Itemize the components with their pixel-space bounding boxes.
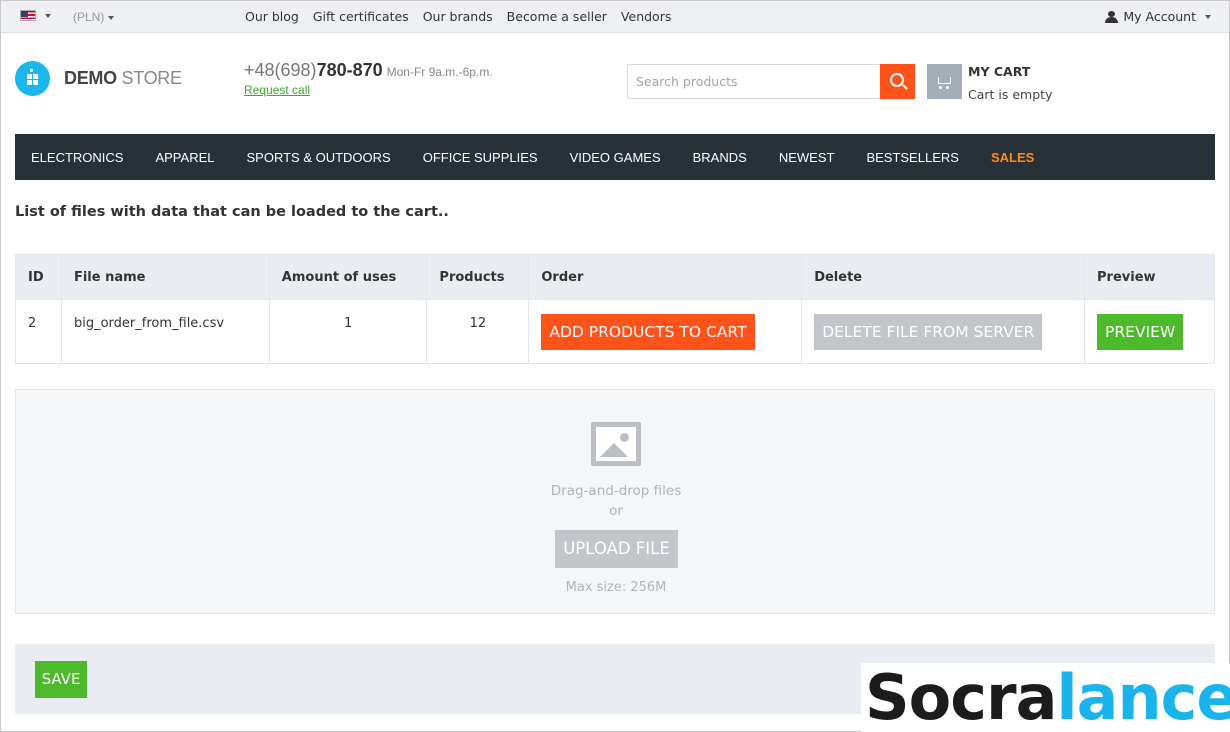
upload-file-button[interactable]: UPLOAD FILE [555,530,678,568]
cart-icon[interactable] [927,64,962,99]
us-flag-icon[interactable] [20,10,36,21]
add-products-to-cart-button[interactable]: ADD PRODUCTS TO CART [541,314,755,350]
window-frame [0,0,1230,732]
nav-office-supplies[interactable]: OFFICE SUPPLIES [407,150,554,165]
table-row: 2 big_order_from_file.csv 1 12 ADD PRODU… [15,299,1215,364]
user-icon [1105,10,1119,23]
chevron-down-icon [108,15,115,20]
cell-file-name: big_order_from_file.csv [60,299,270,364]
preview-button[interactable]: PREVIEW [1097,314,1184,350]
main-nav: ELECTRONICS APPAREL SPORTS & OUTDOORS OF… [15,134,1215,180]
link-gift-certificates[interactable]: Gift certificates [313,9,409,24]
nav-brands[interactable]: BRANDS [677,150,763,165]
nav-newest[interactable]: NEWEST [763,150,851,165]
phone-number: +48(698)780-870 Mon-Fr 9a.m.-6p.m. [244,60,493,81]
cell-products: 12 [426,299,530,364]
top-links: Our blog Gift certificates Our brands Be… [245,9,671,24]
logo-light: STORE [121,68,182,88]
cart-status: Cart is empty [968,87,1053,102]
header-amount-of-uses: Amount of uses [268,254,428,300]
link-brands[interactable]: Our brands [423,9,493,24]
cell-id: 2 [15,299,62,364]
header-preview: Preview [1084,254,1215,300]
cell-order: ADD PRODUCTS TO CART [528,299,803,364]
link-blog[interactable]: Our blog [245,9,299,24]
header-products: Products [426,254,530,300]
currency-label: (PLN) [73,10,105,24]
watermark-part2: lance [1056,663,1230,732]
upload-dropzone[interactable]: Drag-and-drop files or UPLOAD FILE Max s… [15,389,1215,614]
chevron-down-icon [1205,14,1211,19]
phone-main: 780-870 [316,60,383,80]
chevron-down-icon[interactable] [45,14,51,18]
business-hours: Mon-Fr 9a.m.-6p.m. [386,65,493,79]
top-bar: (PLN) Our blog Gift certificates Our bra… [1,1,1229,33]
delete-file-button[interactable]: DELETE FILE FROM SERVER [814,314,1043,350]
nav-sales[interactable]: SALES [975,150,1050,165]
request-call-link[interactable]: Request call [244,83,310,97]
image-icon-inner [591,422,641,466]
search-button[interactable] [880,64,915,99]
header-delete: Delete [801,254,1086,300]
watermark-part1: Socra [865,663,1057,732]
header-id: ID [15,254,62,300]
cell-uses: 1 [268,299,428,364]
logo-icon[interactable] [15,61,50,96]
header-file-name: File name [60,254,270,300]
currency-selector[interactable]: (PLN) [73,10,115,24]
nav-sports-outdoors[interactable]: SPORTS & OUTDOORS [230,150,406,165]
cell-preview: PREVIEW [1084,299,1215,364]
link-become-seller[interactable]: Become a seller [507,9,607,24]
nav-video-games[interactable]: VIDEO GAMES [554,150,677,165]
nav-electronics[interactable]: ELECTRONICS [15,150,139,165]
dropzone-text: Drag-and-drop files [550,483,682,499]
cell-delete: DELETE FILE FROM SERVER [801,299,1086,364]
watermark-logo: Socralance [861,663,1230,732]
dropzone-or: or [609,503,623,519]
phone-prefix: +48(698) [244,60,317,80]
max-size-label: Max size: 256M [565,580,667,595]
search-input[interactable] [627,64,881,99]
logo-bold: DEMO [64,68,117,88]
save-button[interactable]: SAVE [35,661,87,698]
nav-apparel[interactable]: APPAREL [139,150,230,165]
link-vendors[interactable]: Vendors [621,9,671,24]
page-title: List of files with data that can be load… [15,204,449,220]
table-header-row: ID File name Amount of uses Products Ord… [15,254,1215,300]
cart-title[interactable]: MY CART [968,64,1030,79]
my-account-label: My Account [1123,9,1196,24]
files-table: ID File name Amount of uses Products Ord… [15,254,1215,364]
logo-text[interactable]: DEMO STORE [64,68,182,89]
my-account-menu[interactable]: My Account [1105,9,1211,24]
nav-bestsellers[interactable]: BESTSELLERS [850,150,975,165]
header-order: Order [528,254,803,300]
